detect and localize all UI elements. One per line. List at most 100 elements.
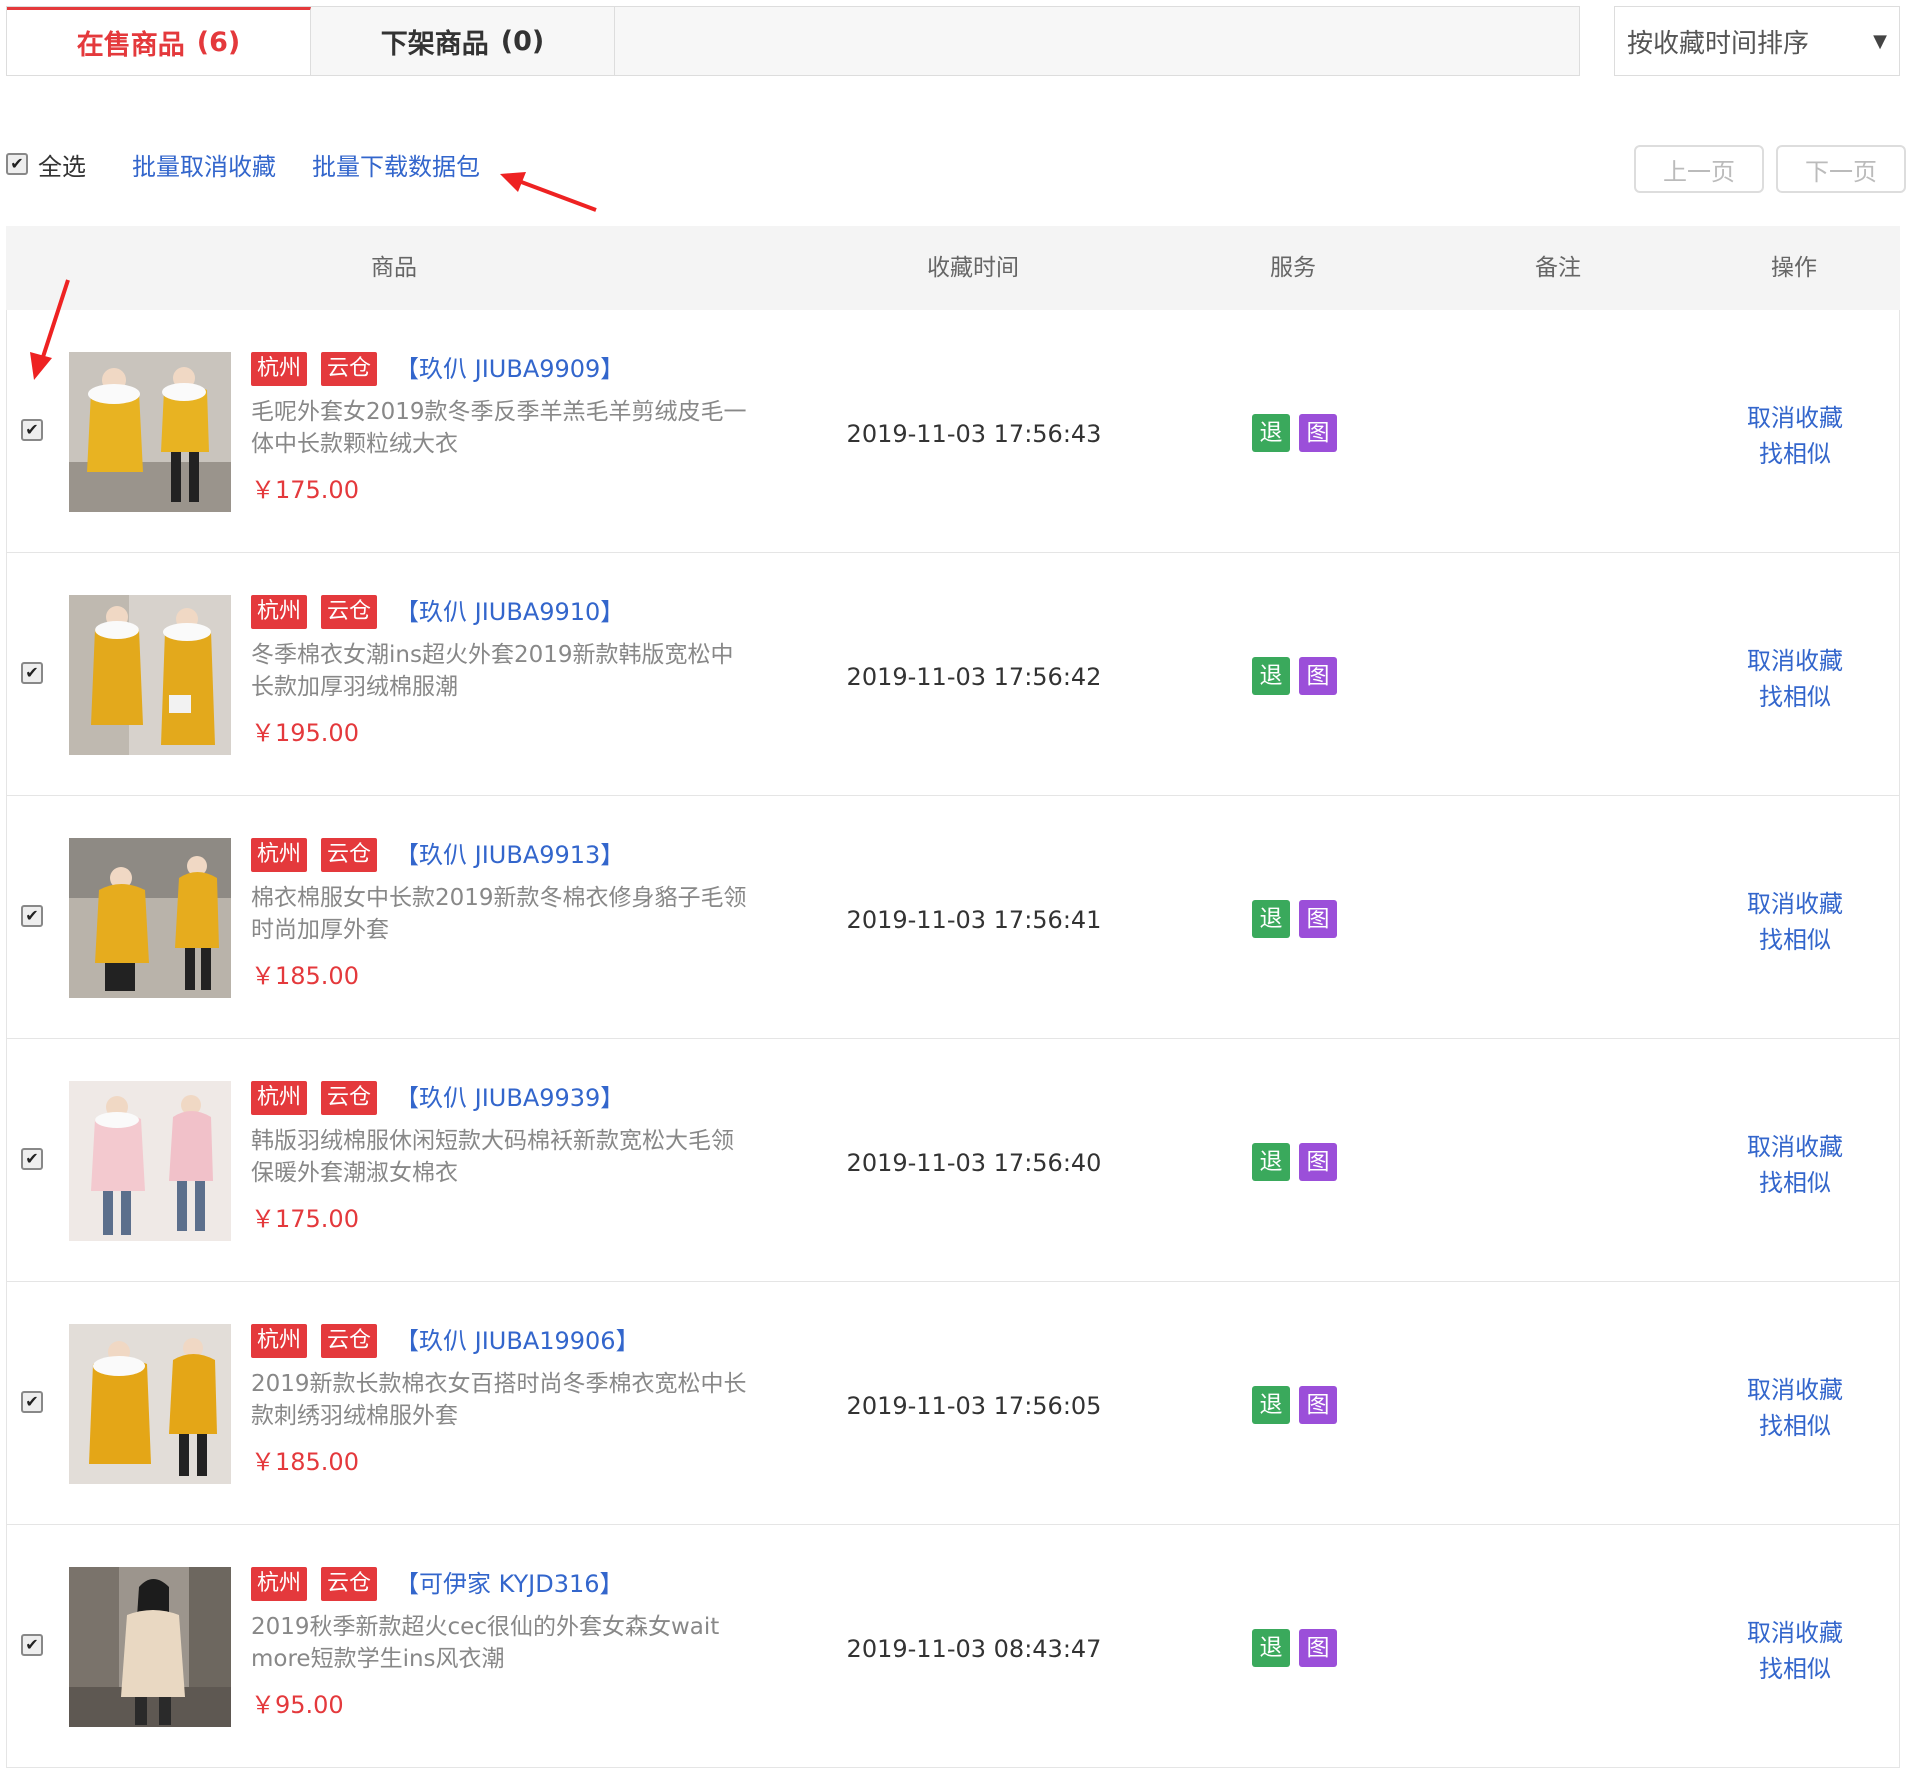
cloud-warehouse-tag: 云仓 bbox=[321, 838, 378, 872]
status-tabs: 在售商品 (6) 下架商品 (0) bbox=[6, 6, 1580, 76]
city-tag: 杭州 bbox=[251, 1081, 308, 1115]
cancel-favorite-link[interactable]: 取消收藏 bbox=[1747, 641, 1843, 676]
favorite-time: 2019-11-03 17:56:42 bbox=[846, 663, 1102, 691]
table-row: ✔ 杭州 云仓 【玖仈 JIUBA9939】 韩版羽绒棉服休闲短款大码棉袄新款宽… bbox=[6, 1039, 1900, 1282]
product-image[interactable] bbox=[69, 838, 231, 998]
image-service-badge: 图 bbox=[1299, 1143, 1337, 1181]
cloud-warehouse-tag: 云仓 bbox=[321, 1567, 378, 1601]
row-checkbox[interactable]: ✔ bbox=[21, 1634, 43, 1656]
city-tag: 杭州 bbox=[251, 595, 308, 629]
product-title[interactable]: 2019新款长款棉衣女百搭时尚冬季棉衣宽松中长款刺绣羽绒棉服外套 bbox=[251, 1368, 751, 1432]
return-service-badge: 退 bbox=[1252, 1629, 1290, 1667]
find-similar-link[interactable]: 找相似 bbox=[1759, 920, 1831, 955]
product-brand-link[interactable]: 【玖仈 JIUBA9910】 bbox=[395, 595, 624, 629]
favorite-time: 2019-11-03 17:56:41 bbox=[846, 906, 1102, 934]
city-tag: 杭州 bbox=[251, 838, 308, 872]
row-checkbox[interactable]: ✔ bbox=[21, 1391, 43, 1413]
cloud-warehouse-tag: 云仓 bbox=[321, 352, 378, 386]
cancel-favorite-link[interactable]: 取消收藏 bbox=[1747, 398, 1843, 433]
product-image[interactable] bbox=[69, 352, 231, 512]
column-header-note: 备注 bbox=[1535, 255, 1581, 281]
tab-off-shelf-count: (0) bbox=[500, 25, 545, 57]
return-service-badge: 退 bbox=[1252, 900, 1290, 938]
product-price: ￥175.00 bbox=[251, 1205, 359, 1233]
row-checkbox[interactable]: ✔ bbox=[21, 419, 43, 441]
city-tag: 杭州 bbox=[251, 1324, 308, 1358]
cloud-warehouse-tag: 云仓 bbox=[321, 1081, 378, 1115]
table-row: ✔ 杭州 云仓 【玖仈 JIUBA9910】 冬季棉衣女潮ins超火外套2019… bbox=[6, 553, 1900, 796]
product-brand-link[interactable]: 【玖仈 JIUBA9913】 bbox=[395, 838, 624, 872]
favorite-time: 2019-11-03 17:56:43 bbox=[846, 420, 1102, 448]
return-service-badge: 退 bbox=[1252, 414, 1290, 452]
cloud-warehouse-tag: 云仓 bbox=[321, 1324, 378, 1358]
find-similar-link[interactable]: 找相似 bbox=[1759, 677, 1831, 712]
image-service-badge: 图 bbox=[1299, 1386, 1337, 1424]
product-image[interactable] bbox=[69, 1324, 231, 1484]
find-similar-link[interactable]: 找相似 bbox=[1759, 1649, 1831, 1684]
product-brand-link[interactable]: 【玖仈 JIUBA19906】 bbox=[395, 1324, 640, 1358]
cloud-warehouse-tag: 云仓 bbox=[321, 595, 378, 629]
return-service-badge: 退 bbox=[1252, 657, 1290, 695]
product-title[interactable]: 韩版羽绒棉服休闲短款大码棉袄新款宽松大毛领保暖外套潮淑女棉衣 bbox=[251, 1125, 751, 1189]
product-image[interactable] bbox=[69, 1081, 231, 1241]
cancel-favorite-link[interactable]: 取消收藏 bbox=[1747, 1613, 1843, 1648]
product-brand-link[interactable]: 【可伊家 KYJD316】 bbox=[395, 1567, 624, 1601]
find-similar-link[interactable]: 找相似 bbox=[1759, 1163, 1831, 1198]
city-tag: 杭州 bbox=[251, 352, 308, 386]
product-title[interactable]: 2019秋季新款超火cec很仙的外套女森女wait more短款学生ins风衣潮 bbox=[251, 1611, 751, 1675]
favorite-time: 2019-11-03 17:56:40 bbox=[846, 1149, 1102, 1177]
chevron-down-icon: ▼ bbox=[1873, 30, 1887, 52]
row-checkbox[interactable]: ✔ bbox=[21, 1148, 43, 1170]
tab-off-shelf-label: 下架商品 bbox=[380, 28, 489, 60]
sort-dropdown[interactable]: 按收藏时间排序 ▼ bbox=[1614, 6, 1900, 76]
product-price: ￥175.00 bbox=[251, 476, 359, 504]
product-title[interactable]: 冬季棉衣女潮ins超火外套2019新款韩版宽松中长款加厚羽绒棉服潮 bbox=[251, 639, 751, 703]
prev-page-button[interactable]: 上一页 bbox=[1634, 145, 1764, 193]
row-checkbox[interactable]: ✔ bbox=[21, 662, 43, 684]
find-similar-link[interactable]: 找相似 bbox=[1759, 434, 1831, 469]
image-service-badge: 图 bbox=[1299, 414, 1337, 452]
cancel-favorite-link[interactable]: 取消收藏 bbox=[1747, 1127, 1843, 1162]
cancel-favorite-link[interactable]: 取消收藏 bbox=[1747, 884, 1843, 919]
batch-cancel-favorite-link[interactable]: 批量取消收藏 bbox=[132, 147, 276, 182]
product-price: ￥195.00 bbox=[251, 719, 359, 747]
row-checkbox[interactable]: ✔ bbox=[21, 905, 43, 927]
table-row: ✔ 杭州 云仓 【玖仈 JIUBA9913】 棉衣棉服女中长款2019新款冬棉衣… bbox=[6, 796, 1900, 1039]
product-price: ￥185.00 bbox=[251, 962, 359, 990]
tab-on-sale-label: 在售商品 bbox=[76, 30, 185, 61]
batch-download-link[interactable]: 批量下载数据包 bbox=[312, 147, 480, 182]
favorite-time: 2019-11-03 08:43:47 bbox=[846, 1635, 1102, 1663]
next-page-button[interactable]: 下一页 bbox=[1776, 145, 1906, 193]
column-header-service: 服务 bbox=[1270, 255, 1316, 281]
city-tag: 杭州 bbox=[251, 1567, 308, 1601]
return-service-badge: 退 bbox=[1252, 1386, 1290, 1424]
batch-toolbar: ✔ 全选 批量取消收藏 批量下载数据包 bbox=[6, 140, 480, 188]
image-service-badge: 图 bbox=[1299, 900, 1337, 938]
find-similar-link[interactable]: 找相似 bbox=[1759, 1406, 1831, 1441]
tab-on-sale-count: (6) bbox=[196, 27, 241, 58]
image-service-badge: 图 bbox=[1299, 657, 1337, 695]
column-header-product: 商品 bbox=[371, 255, 417, 281]
product-title[interactable]: 棉衣棉服女中长款2019新款冬棉衣修身貉子毛领时尚加厚外套 bbox=[251, 882, 751, 946]
sort-selected-value: 按收藏时间排序 bbox=[1627, 28, 1810, 59]
table-header: 商品 收藏时间 服务 备注 操作 bbox=[6, 226, 1900, 310]
product-brand-link[interactable]: 【玖仈 JIUBA9939】 bbox=[395, 1081, 624, 1115]
image-service-badge: 图 bbox=[1299, 1629, 1337, 1667]
product-brand-link[interactable]: 【玖仈 JIUBA9909】 bbox=[395, 352, 624, 386]
table-row: ✔ 杭州 云仓 【可伊家 KYJD316】 2019秋季新款超火cec很仙的外套… bbox=[6, 1525, 1900, 1768]
favorite-time: 2019-11-03 17:56:05 bbox=[846, 1392, 1102, 1420]
annotation-arrow-icon bbox=[30, 279, 70, 380]
tab-off-shelf[interactable]: 下架商品 (0) bbox=[311, 7, 615, 75]
product-title[interactable]: 毛呢外套女2019款冬季反季羊羔毛羊剪绒皮毛一体中长款颗粒绒大衣 bbox=[251, 396, 751, 460]
product-image[interactable] bbox=[69, 1567, 231, 1727]
product-image[interactable] bbox=[69, 595, 231, 755]
column-header-action: 操作 bbox=[1771, 255, 1817, 281]
select-all-checkbox[interactable]: ✔ bbox=[6, 153, 28, 175]
table-row: ✔ 杭州 云仓 【玖仈 JIUBA9909】 毛呢外套女2019款冬季反季羊羔毛… bbox=[6, 310, 1900, 553]
table-row: ✔ 杭州 云仓 【玖仈 JIUBA19906】 2019新款长款棉衣女百搭时尚冬… bbox=[6, 1282, 1900, 1525]
return-service-badge: 退 bbox=[1252, 1143, 1290, 1181]
annotation-arrow-icon bbox=[500, 172, 597, 212]
tab-on-sale[interactable]: 在售商品 (6) bbox=[7, 7, 311, 75]
product-price: ￥185.00 bbox=[251, 1448, 359, 1476]
cancel-favorite-link[interactable]: 取消收藏 bbox=[1747, 1370, 1843, 1405]
